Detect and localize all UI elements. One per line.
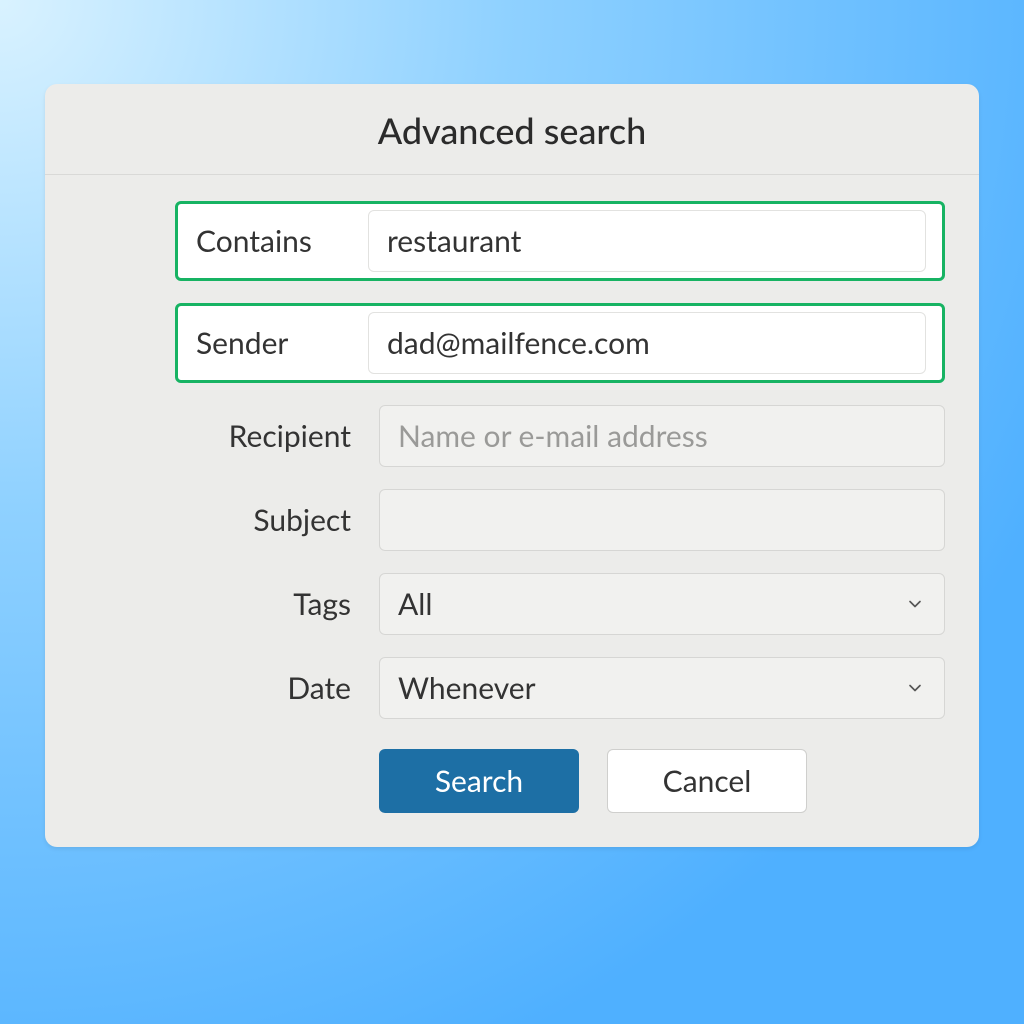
label-sender: Sender: [178, 325, 368, 361]
date-select[interactable]: Whenever: [379, 657, 945, 719]
chevron-down-icon: [904, 593, 926, 615]
chevron-down-icon: [904, 677, 926, 699]
row-contains: Contains: [175, 201, 945, 281]
dialog-body: Contains Sender Recipient Subject: [45, 175, 979, 847]
label-date: Date: [79, 670, 379, 706]
label-subject: Subject: [79, 502, 379, 538]
label-recipient: Recipient: [79, 418, 379, 454]
row-sender: Sender: [175, 303, 945, 383]
cancel-button[interactable]: Cancel: [607, 749, 807, 813]
label-tags: Tags: [79, 586, 379, 622]
advanced-search-dialog: Advanced search Contains Sender Recipien…: [45, 84, 979, 847]
dialog-actions: Search Cancel: [379, 749, 945, 813]
recipient-input[interactable]: [379, 405, 945, 467]
row-recipient: Recipient: [79, 405, 945, 467]
row-date: Date Whenever: [79, 657, 945, 719]
row-subject: Subject: [79, 489, 945, 551]
row-tags: Tags All: [79, 573, 945, 635]
sender-input[interactable]: [368, 312, 926, 374]
dialog-title: Advanced search: [45, 84, 979, 175]
search-button[interactable]: Search: [379, 749, 579, 813]
tags-select-value: All: [398, 586, 432, 622]
contains-input[interactable]: [368, 210, 926, 272]
tags-select[interactable]: All: [379, 573, 945, 635]
label-contains: Contains: [178, 223, 368, 259]
date-select-value: Whenever: [398, 670, 536, 706]
subject-input[interactable]: [379, 489, 945, 551]
